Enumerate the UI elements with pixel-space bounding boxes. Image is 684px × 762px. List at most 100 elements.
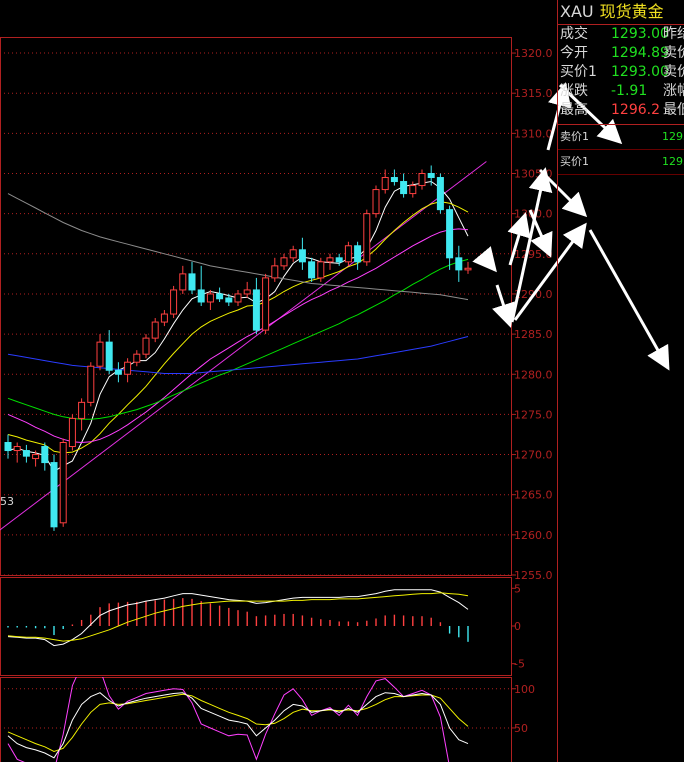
candle (252, 277, 260, 335)
price-tick-label: 1265.0 (514, 489, 553, 502)
kdj-series (7, 677, 469, 762)
candle-body (427, 173, 435, 179)
candle (59, 438, 67, 527)
candle (317, 257, 325, 282)
candle (22, 444, 30, 463)
price-tick-label: 1270.0 (514, 449, 553, 462)
annotation-arrow (472, 246, 497, 273)
order-book-bid: 买价1 1293 (558, 150, 684, 175)
kdj-d-line (7, 693, 469, 753)
quote-row-bid: 买价1 1293.00 卖价 (558, 63, 684, 82)
moving-average-line (7, 180, 469, 473)
macd-series (7, 589, 469, 647)
candle (160, 310, 168, 327)
quote-label: 最高 (560, 102, 588, 118)
candle (170, 285, 178, 319)
candle-body (151, 321, 159, 339)
kdj-j-line (7, 677, 450, 762)
quote-rows: 成交 1293.00 昨结 今开 1294.89 卖价 买价1 1293.00 … (558, 25, 684, 120)
candle-body (418, 173, 426, 187)
candle (13, 442, 21, 463)
candle (372, 185, 380, 218)
price-tick-label: 1280.0 (514, 368, 553, 381)
candle-body (87, 365, 95, 403)
quote-label-2: 最低 (663, 102, 684, 118)
candle-body (436, 177, 444, 211)
candle (271, 257, 279, 282)
candle-body (372, 189, 380, 215)
candle (262, 273, 270, 335)
book-label: 买价1 (560, 155, 589, 168)
book-value: 1293 (662, 130, 684, 143)
book-label: 卖价1 (560, 130, 589, 143)
candle (455, 245, 463, 282)
candle (87, 362, 95, 407)
candle (105, 330, 113, 375)
candle-body (59, 442, 67, 524)
price-tick-label: 1285.0 (514, 328, 553, 341)
macd-panel: 5 0 -5 (0, 577, 525, 676)
price-tick-label: 1310.0 (514, 127, 553, 140)
price-panel: 1320.01315.01310.01305.01300.01295.01290… (0, 37, 553, 582)
candle (280, 253, 288, 270)
candle (464, 261, 472, 274)
candle-body (252, 289, 260, 331)
candle (436, 173, 444, 214)
candle (68, 414, 76, 451)
candle (206, 289, 214, 311)
kdj-k-line (7, 692, 469, 759)
candle (142, 334, 150, 359)
candle (326, 253, 334, 270)
candle-body (197, 289, 205, 303)
candle-body (96, 341, 104, 367)
quote-value: 1296.2 (611, 102, 660, 118)
quote-label: 今开 (560, 45, 588, 61)
macd-tick-label: 5 (514, 582, 521, 595)
candle-body (455, 257, 463, 271)
candle-body (344, 245, 352, 263)
quote-row-open: 今开 1294.89 卖价 (558, 44, 684, 63)
candle (133, 350, 141, 367)
kdj-tick-label: 50 (514, 722, 528, 735)
candle-body (317, 261, 325, 279)
candle-body (381, 177, 389, 191)
macd-tick-label: -5 (514, 658, 525, 671)
candle-body (114, 369, 122, 375)
candle-body (68, 417, 76, 448)
macd-tick-label: 0 (514, 620, 521, 633)
quote-label-2: 卖价 (663, 45, 684, 61)
candle (41, 442, 49, 471)
candle (289, 245, 297, 262)
candle-body (78, 401, 86, 419)
candle (418, 169, 426, 190)
order-book: 卖价1 1293 买价1 1293 (558, 124, 684, 175)
candle (390, 169, 398, 186)
candle-body (179, 273, 187, 291)
candle (243, 281, 251, 298)
candle-body (13, 446, 21, 452)
candle (335, 253, 343, 266)
quote-value: -1.91 (611, 83, 648, 99)
candle-body (400, 181, 408, 195)
price-tick-label: 1255.0 (514, 569, 553, 582)
candle (179, 265, 187, 294)
macd-frame (0, 577, 512, 676)
candle-body (308, 261, 316, 279)
candle-body (160, 313, 168, 323)
candle-body (105, 341, 113, 371)
candle-body (243, 289, 251, 295)
candle (151, 318, 159, 343)
symbol-name: 现货黄金 (599, 2, 664, 21)
quote-value: 1293.00 (611, 26, 669, 42)
candle (197, 265, 205, 306)
candle (400, 173, 408, 198)
price-tick-label: 1320.0 (514, 47, 553, 60)
candle (124, 358, 132, 383)
candle-body (262, 277, 270, 331)
candle-body (50, 462, 58, 528)
candle-body (170, 289, 178, 315)
candle-body (216, 293, 224, 300)
candle (381, 169, 389, 194)
candle-body (446, 209, 454, 259)
candle-body (271, 265, 279, 279)
